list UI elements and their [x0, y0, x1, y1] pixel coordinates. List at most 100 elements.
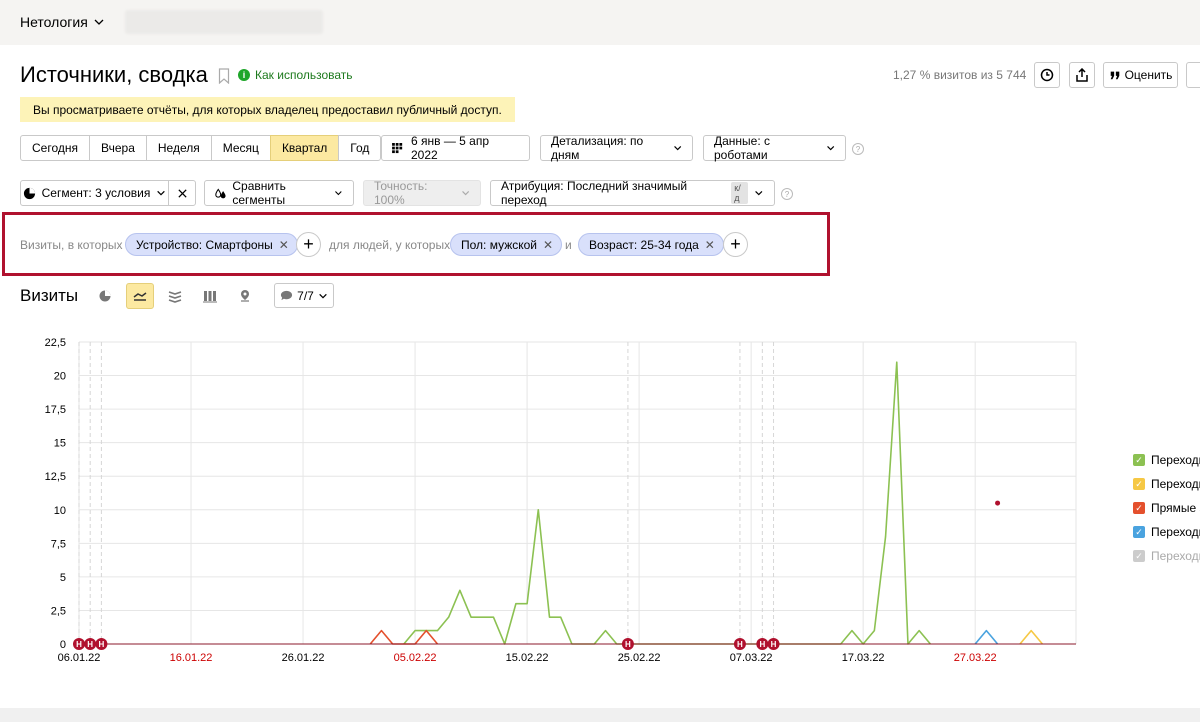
- period-week-button[interactable]: Неделя: [145, 135, 212, 161]
- x-tick-label: 27.03.22: [954, 652, 997, 664]
- legend-item[interactable]: ✓ Прямые з: [1133, 496, 1200, 520]
- how-to-use-label: Как использовать: [255, 68, 353, 82]
- attribution-dropdown[interactable]: Атрибуция: Последний значимый переход к/…: [490, 179, 775, 207]
- legend-label: Прямые з: [1151, 501, 1200, 515]
- y-tick-label: 17,5: [45, 404, 66, 416]
- how-to-use-link[interactable]: i Как использовать: [238, 68, 353, 82]
- legend-label: Переходы: [1151, 549, 1200, 563]
- help-icon[interactable]: ?: [852, 143, 864, 155]
- x-tick-label: 15.02.22: [506, 652, 549, 664]
- period-month-button[interactable]: Месяц: [210, 135, 271, 161]
- x-tick-label: 17.03.22: [842, 652, 885, 664]
- gender-filter-chip[interactable]: Пол: мужской ✕: [450, 233, 563, 256]
- help-icon[interactable]: ?: [781, 188, 793, 200]
- chevron-down-icon: [335, 191, 342, 196]
- line-chart-icon: [133, 292, 147, 301]
- map-view-button[interactable]: [231, 283, 259, 309]
- pie-view-button[interactable]: [91, 283, 119, 309]
- map-pin-icon: [241, 290, 249, 302]
- y-tick-label: 20: [54, 371, 66, 383]
- clear-segment-button[interactable]: [168, 180, 196, 206]
- top-bar: Нетология: [0, 0, 1200, 45]
- export-button[interactable]: [1069, 62, 1095, 88]
- pie-chart-icon: [99, 290, 111, 302]
- bar-view-button[interactable]: [196, 283, 224, 309]
- bottom-panel: [0, 708, 1200, 722]
- period-yesterday-button[interactable]: Вчера: [89, 135, 147, 161]
- legend-item[interactable]: ✓ Переходы: [1133, 544, 1200, 568]
- drops-icon: [215, 188, 226, 198]
- legend-label: Переходы: [1151, 453, 1200, 467]
- remove-icon[interactable]: ✕: [705, 238, 715, 252]
- legend-item[interactable]: ✓ Переходы: [1133, 472, 1200, 496]
- checkbox-icon: ✓: [1133, 502, 1145, 514]
- add-visit-condition-button[interactable]: +: [296, 232, 321, 257]
- data-robots-label: Данные: с роботами: [714, 134, 771, 162]
- chevron-down-icon: [826, 146, 834, 151]
- stacked-area-icon: [168, 291, 182, 303]
- period-year-button[interactable]: Год: [338, 135, 382, 161]
- and-label: и: [565, 238, 572, 252]
- series-line: [974, 629, 999, 645]
- attribution-label: Атрибуция: Последний значимый переход: [501, 179, 688, 207]
- compare-segments-dropdown[interactable]: Сравнить сегменты: [204, 179, 354, 207]
- remove-icon[interactable]: ✕: [543, 238, 553, 252]
- history-button[interactable]: [1034, 62, 1060, 88]
- line-view-button[interactable]: [126, 283, 154, 309]
- series-line: [403, 361, 931, 645]
- bookmark-icon[interactable]: [218, 68, 230, 84]
- comments-dropdown[interactable]: 7/7: [274, 283, 334, 308]
- y-tick-label: 10: [54, 505, 66, 517]
- chart-title: Визиты: [20, 286, 79, 305]
- holiday-marker-label: Н: [771, 640, 777, 649]
- bar-chart-icon: [203, 291, 217, 303]
- visits-share: 1,27 % визитов из 5 744: [893, 68, 1027, 82]
- clock-icon: [1040, 68, 1054, 82]
- age-filter-label: Возраст: 25-34 года: [589, 237, 699, 252]
- calendar-icon: [392, 142, 403, 153]
- public-access-notice: Вы просматриваете отчёты, для которых вл…: [20, 97, 515, 122]
- org-switcher[interactable]: Нетология: [20, 14, 105, 30]
- checkbox-icon: ✓: [1133, 454, 1145, 466]
- y-tick-label: 0: [60, 639, 66, 651]
- date-range-button[interactable]: 6 янв — 5 апр 2022: [381, 134, 530, 162]
- checkbox-icon: ✓: [1133, 550, 1145, 562]
- pie-chart-icon: [23, 187, 35, 199]
- device-filter-chip[interactable]: Устройство: Смартфоны ✕: [125, 233, 298, 256]
- chart-legend: ✓Переходы ✓Переходы ✓Прямые з ✓Переходы …: [1133, 448, 1200, 568]
- remove-icon[interactable]: ✕: [279, 238, 289, 252]
- detail-dropdown[interactable]: Детализация: по дням: [540, 134, 693, 162]
- add-people-condition-button[interactable]: +: [723, 232, 748, 257]
- chevron-down-icon: [461, 191, 469, 196]
- x-tick-label: 07.03.22: [730, 652, 773, 664]
- chevron-down-icon: [319, 293, 327, 299]
- area-view-button[interactable]: [161, 283, 189, 309]
- y-tick-label: 22,5: [45, 337, 66, 349]
- x-tick-label: 25.02.22: [618, 652, 661, 664]
- segment-dropdown[interactable]: Сегмент: 3 условия: [20, 180, 169, 206]
- more-button[interactable]: [1186, 62, 1200, 88]
- rate-label: Оценить: [1124, 68, 1173, 82]
- holiday-marker-label: Н: [759, 640, 765, 649]
- page-title: Источники, сводка: [20, 62, 208, 87]
- y-tick-label: 12,5: [45, 471, 66, 483]
- legend-item[interactable]: ✓ Переходы: [1133, 520, 1200, 544]
- segment-label: Сегмент: 3 условия: [41, 186, 151, 200]
- x-tick-label: 05.02.22: [394, 652, 437, 664]
- visits-chart: 0 2,5 5 7,5 10 12,5 15 17,5 20 22,5 06.01.22 16.01.…: [0, 330, 1090, 670]
- data-robots-dropdown[interactable]: Данные: с роботами: [703, 134, 846, 162]
- period-quarter-button[interactable]: Квартал: [269, 135, 340, 161]
- age-filter-chip[interactable]: Возраст: 25-34 года ✕: [578, 233, 724, 256]
- rate-button[interactable]: Оценить: [1103, 62, 1178, 88]
- legend-item[interactable]: ✓ Переходы: [1133, 448, 1200, 472]
- info-icon: i: [238, 69, 250, 81]
- period-selector: Сегодня Вчера Неделя Месяц Квартал Год: [20, 135, 382, 161]
- accuracy-dropdown[interactable]: Точность: 100%: [363, 179, 481, 207]
- visits-condition-label: Визиты, в которых: [20, 238, 123, 252]
- gender-filter-label: Пол: мужской: [461, 237, 538, 252]
- chevron-down-icon: [673, 146, 681, 151]
- period-today-button[interactable]: Сегодня: [20, 135, 90, 161]
- blurred-counter-name: [125, 10, 323, 34]
- compare-label: Сравнить сегменты: [232, 179, 286, 207]
- holiday-marker-label: Н: [737, 640, 743, 649]
